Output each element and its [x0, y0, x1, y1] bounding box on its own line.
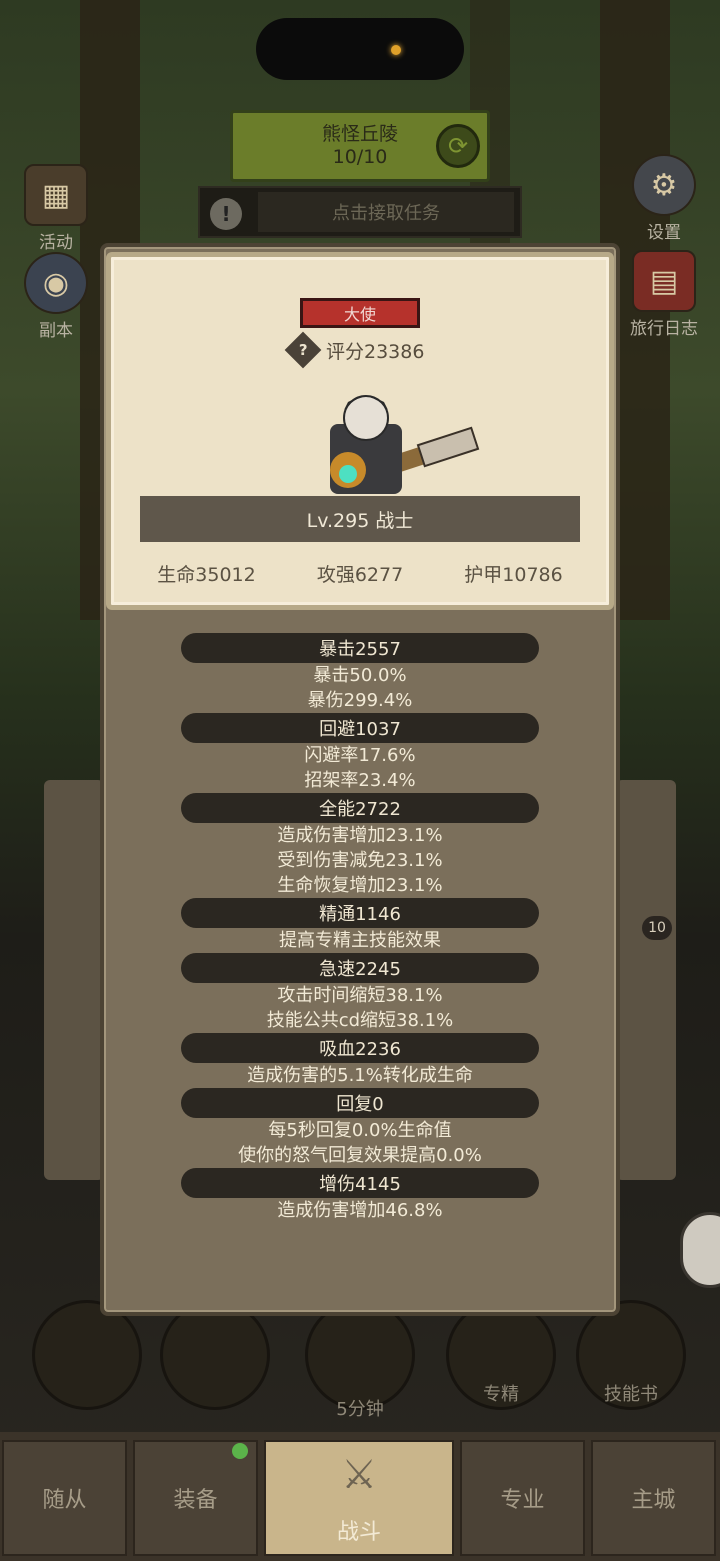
activity-button[interactable]: ▦ 活动 [16, 164, 96, 253]
gear-icon[interactable] [680, 1212, 720, 1288]
stat-line: 每5秒回复0.0%生命值 [268, 1120, 452, 1141]
gear-icon: ⚙ [632, 154, 696, 216]
stage-title: 熊怪丘陵 [321, 123, 398, 145]
stat-line: 造成伤害增加46.8% [277, 1200, 443, 1221]
calendar-icon: ▦ [24, 164, 88, 226]
stat-line: 暴击50.0% [313, 665, 407, 686]
stat-line: 使你的怒气回复效果提高0.0% [238, 1145, 482, 1166]
stat-line: 受到伤害减免23.1% [277, 850, 443, 871]
book-icon: ▤ [632, 250, 696, 312]
potion-button[interactable] [32, 1300, 142, 1410]
crossed-swords-icon: ⚔ [341, 1452, 377, 1498]
stat-line: 闪避率17.6% [304, 745, 416, 766]
tab-battle-label: 战斗 [336, 1520, 381, 1545]
stat-line: 提高专精主技能效果 [279, 930, 441, 951]
stat-header: 增伤4145 [181, 1168, 539, 1198]
stat-line: 招架率23.4% [304, 770, 416, 791]
base-stats-row: 生命35012 攻强6277 护甲10786 [130, 560, 590, 588]
score-row[interactable]: ? 评分23386 [284, 331, 425, 369]
food-button[interactable] [160, 1300, 270, 1410]
stat-header: 吸血2236 [181, 1033, 539, 1063]
stat-header: 精通1146 [181, 898, 539, 928]
camera-notch [256, 18, 464, 80]
stat-header: 回避1037 [181, 713, 539, 743]
activity-label: 活动 [39, 233, 73, 253]
score-value: 评分23386 [326, 340, 425, 363]
stat-line: 暴伤299.4% [307, 690, 413, 711]
alert-icon: ! [210, 198, 242, 230]
stat-list: 暴击2557 暴击50.0% 暴伤299.4% 回避1037 闪避率17.6% 招架率23… [100, 633, 620, 1223]
level-class-bar: Lv.295 战士 [140, 496, 580, 542]
tab-main-city[interactable]: 主城 [591, 1440, 716, 1556]
question-icon[interactable]: ? [284, 331, 322, 369]
portal-icon: ◉ [24, 252, 88, 314]
stage-progress: 10/10 [332, 146, 388, 168]
attack-stat: 攻强6277 [316, 564, 404, 586]
tab-profession[interactable]: 专业 [460, 1440, 585, 1556]
travel-log-button[interactable]: ▤ 旅行日志 [624, 250, 704, 339]
settings-label: 设置 [647, 223, 681, 243]
tab-followers[interactable]: 随从 [2, 1440, 127, 1556]
settings-button[interactable]: ⚙ 设置 [624, 154, 704, 243]
chest-button[interactable] [305, 1300, 415, 1410]
skill-book-label: 技能书 [604, 1384, 658, 1405]
task-text[interactable]: 点击接取任务 [258, 192, 514, 232]
stat-header: 全能2722 [181, 793, 539, 823]
dungeon-button[interactable]: ◉ 副本 [16, 252, 96, 341]
armor-stat: 护甲10786 [464, 564, 563, 586]
specialization-label: 专精 [483, 1384, 519, 1405]
stat-line: 技能公共cd缩短38.1% [266, 1010, 454, 1031]
dungeon-label: 副本 [39, 321, 73, 341]
stat-line: 攻击时间缩短38.1% [277, 985, 443, 1006]
stat-line: 生命恢复增加23.1% [277, 875, 443, 896]
hp-stat: 生命35012 [157, 564, 256, 586]
stat-line: 造成伤害增加23.1% [277, 825, 443, 846]
title-tag: 大使 [300, 298, 420, 328]
travel-log-label: 旅行日志 [630, 319, 698, 339]
slot-count-badge: 10 [642, 916, 672, 940]
stat-line: 造成伤害的5.1%转化成生命 [247, 1065, 473, 1086]
stat-header: 暴击2557 [181, 633, 539, 663]
stat-header: 急速2245 [181, 953, 539, 983]
camera-dot [391, 45, 401, 55]
chest-timer: 5分钟 [336, 1399, 384, 1420]
refresh-icon[interactable]: ⟳ [436, 124, 480, 168]
tab-battle[interactable]: ⚔ 战斗 [264, 1440, 454, 1556]
equipment-slots-left [44, 780, 104, 1180]
hero-avatar [330, 395, 480, 494]
notification-dot [232, 1443, 248, 1459]
equipment-slots-right [616, 780, 676, 1180]
stat-header: 回复0 [181, 1088, 539, 1118]
